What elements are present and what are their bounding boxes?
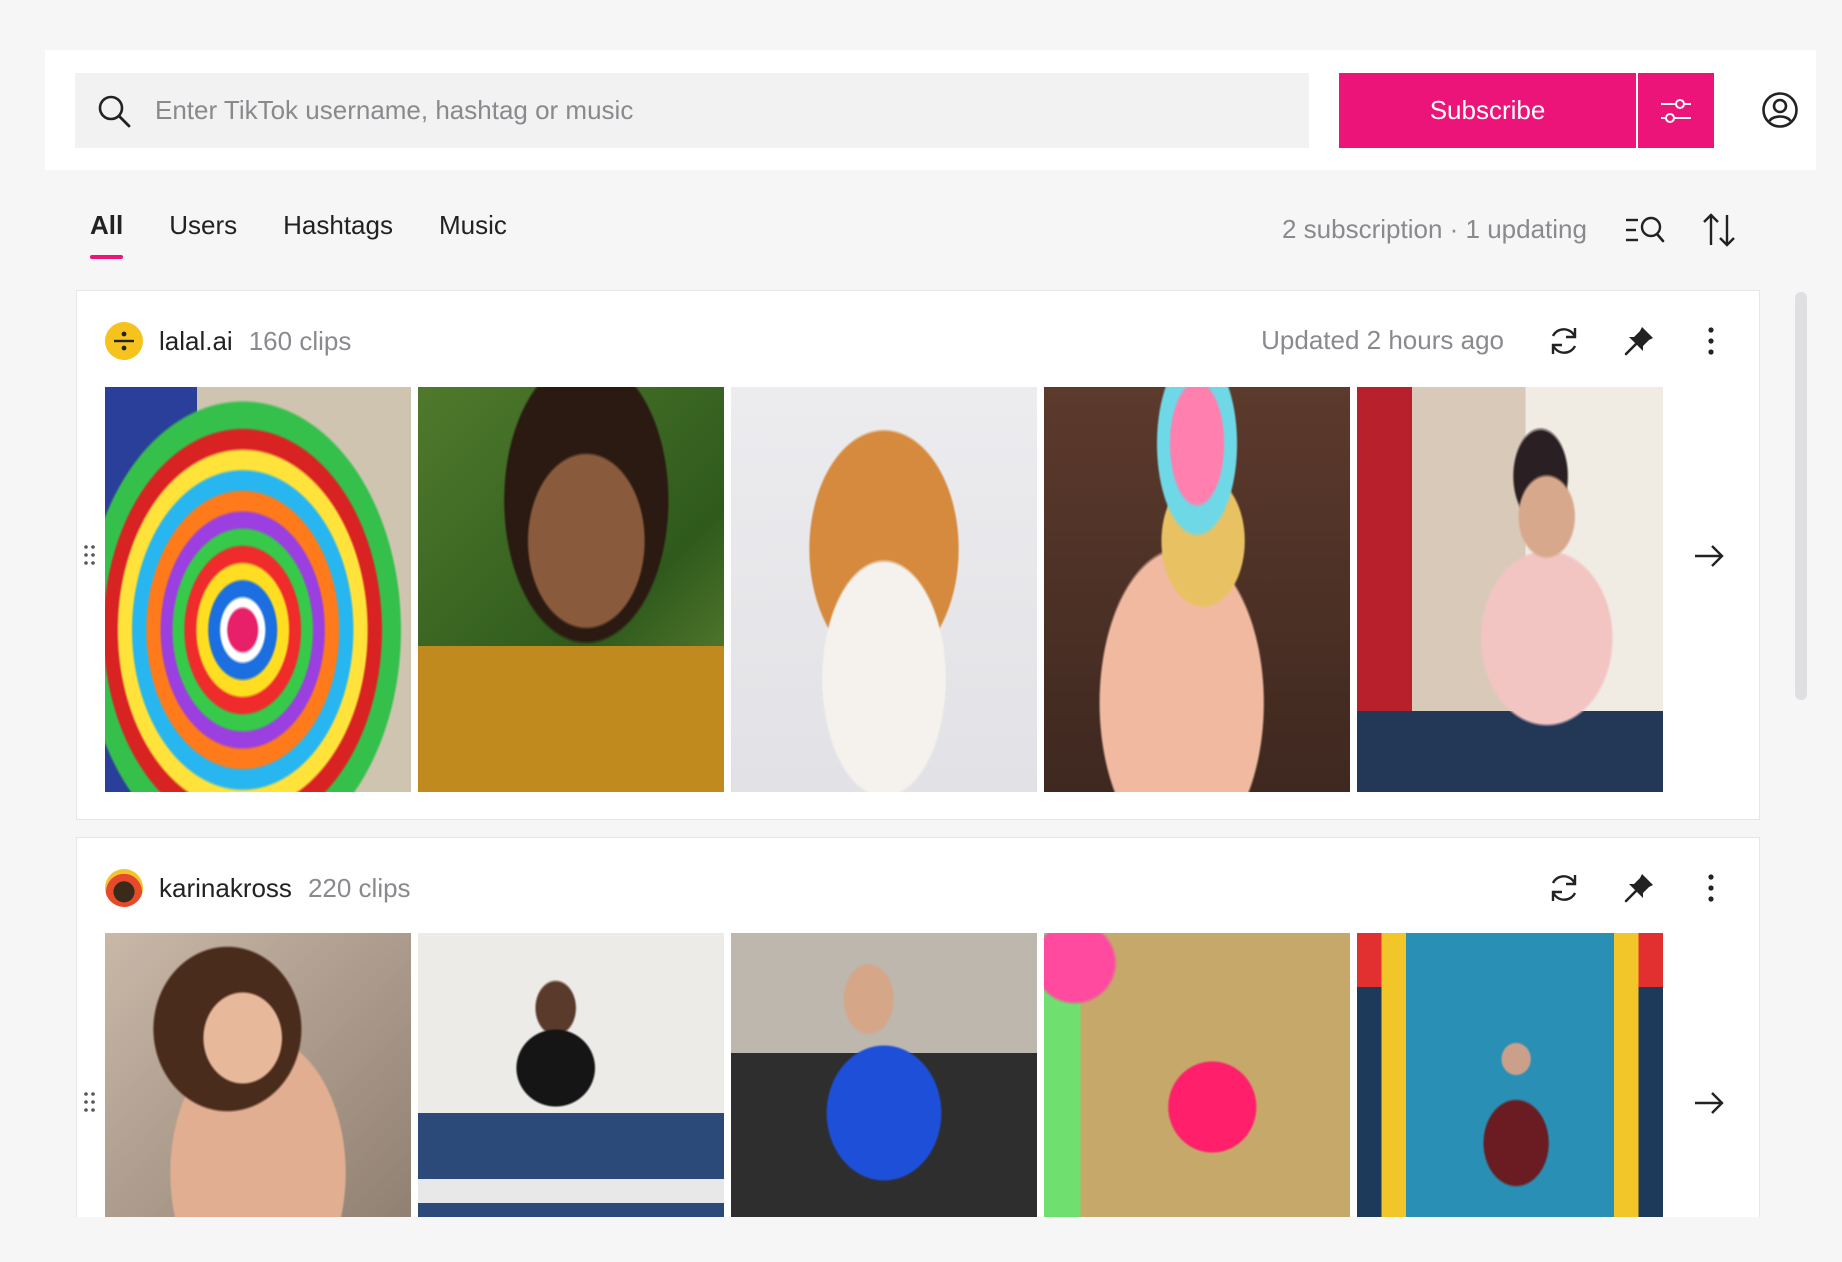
scrollbar-thumb[interactable] bbox=[1795, 292, 1807, 700]
clip-thumbnail-man-in-tuxedo-shirt[interactable] bbox=[418, 933, 724, 1217]
subscription-card: karinakross 220 clips bbox=[76, 837, 1760, 1217]
card-header: karinakross 220 clips bbox=[105, 868, 411, 908]
clip-thumbnails bbox=[105, 387, 1663, 792]
more-vertical-icon bbox=[1708, 327, 1714, 355]
drag-handle-icon[interactable] bbox=[83, 1091, 97, 1113]
arrow-right-icon bbox=[1695, 545, 1724, 567]
clip-thumbnails bbox=[105, 933, 1663, 1217]
pin-icon bbox=[1624, 874, 1653, 903]
subscribe-button[interactable]: Subscribe bbox=[1339, 73, 1636, 148]
clip-count: 160 clips bbox=[248, 325, 352, 356]
refresh-button[interactable] bbox=[1544, 321, 1584, 361]
karinakross-avatar-icon bbox=[105, 869, 143, 907]
refresh-icon bbox=[1551, 328, 1577, 354]
clip-thumbnail-shiba-inu-dog[interactable] bbox=[731, 387, 1037, 792]
drag-handle-icon[interactable] bbox=[83, 544, 97, 566]
clip-thumbnail-ice-cream-cone[interactable] bbox=[1044, 387, 1350, 792]
subscription-card: lalal.ai 160 clips Updated 2 hours ago bbox=[76, 290, 1760, 820]
filter-settings-button[interactable] bbox=[1638, 73, 1714, 148]
refresh-button[interactable] bbox=[1544, 868, 1584, 908]
search-input[interactable] bbox=[155, 95, 1255, 126]
pin-icon bbox=[1624, 327, 1653, 356]
clip-thumbnail-pink-paint-bucket[interactable] bbox=[1044, 933, 1350, 1217]
clip-count: 220 clips bbox=[307, 872, 411, 903]
list-search-icon[interactable] bbox=[1624, 213, 1666, 247]
account-icon[interactable] bbox=[1760, 90, 1800, 130]
search-icon bbox=[98, 95, 131, 127]
sort-icon[interactable] bbox=[1700, 211, 1738, 249]
tab-music[interactable]: Music bbox=[439, 210, 507, 259]
sliders-icon bbox=[1661, 98, 1691, 123]
filter-tabs: All Users Hashtags Music bbox=[90, 210, 553, 259]
more-options-button[interactable] bbox=[1691, 321, 1731, 361]
lalal-ai-logo-icon bbox=[105, 322, 143, 360]
clip-thumbnail-man-on-stage[interactable] bbox=[1357, 933, 1663, 1217]
tab-users[interactable]: Users bbox=[169, 210, 237, 259]
pin-button[interactable] bbox=[1619, 321, 1659, 361]
arrow-right-icon bbox=[1695, 1092, 1724, 1114]
next-clips-button[interactable] bbox=[1689, 536, 1729, 576]
pin-button[interactable] bbox=[1619, 868, 1659, 908]
card-header: lalal.ai 160 clips bbox=[105, 321, 351, 361]
clip-thumbnail-woman-with-blue-tarp[interactable] bbox=[731, 933, 1037, 1217]
clip-thumbnail-woman-long-hair[interactable] bbox=[105, 933, 411, 1217]
updated-time: Updated 2 hours ago bbox=[1261, 325, 1504, 355]
refresh-icon bbox=[1551, 875, 1577, 901]
clip-thumbnail-smiling-person[interactable] bbox=[418, 387, 724, 792]
search-box[interactable] bbox=[75, 73, 1309, 148]
clip-thumbnail-woman-with-cricket-bat[interactable] bbox=[1357, 387, 1663, 792]
username[interactable]: lalal.ai bbox=[159, 326, 233, 357]
more-vertical-icon bbox=[1708, 874, 1714, 902]
tab-all[interactable]: All bbox=[90, 210, 124, 259]
next-clips-button[interactable] bbox=[1689, 1083, 1729, 1123]
clip-thumbnail-rainbow-paint-swirl[interactable] bbox=[105, 387, 411, 792]
subscription-status: 2 subscription · 1 updating bbox=[1282, 214, 1587, 244]
tab-hashtags[interactable]: Hashtags bbox=[283, 210, 393, 259]
more-options-button[interactable] bbox=[1691, 868, 1731, 908]
username[interactable]: karinakross bbox=[159, 873, 292, 904]
top-bar: Subscribe bbox=[45, 50, 1816, 170]
